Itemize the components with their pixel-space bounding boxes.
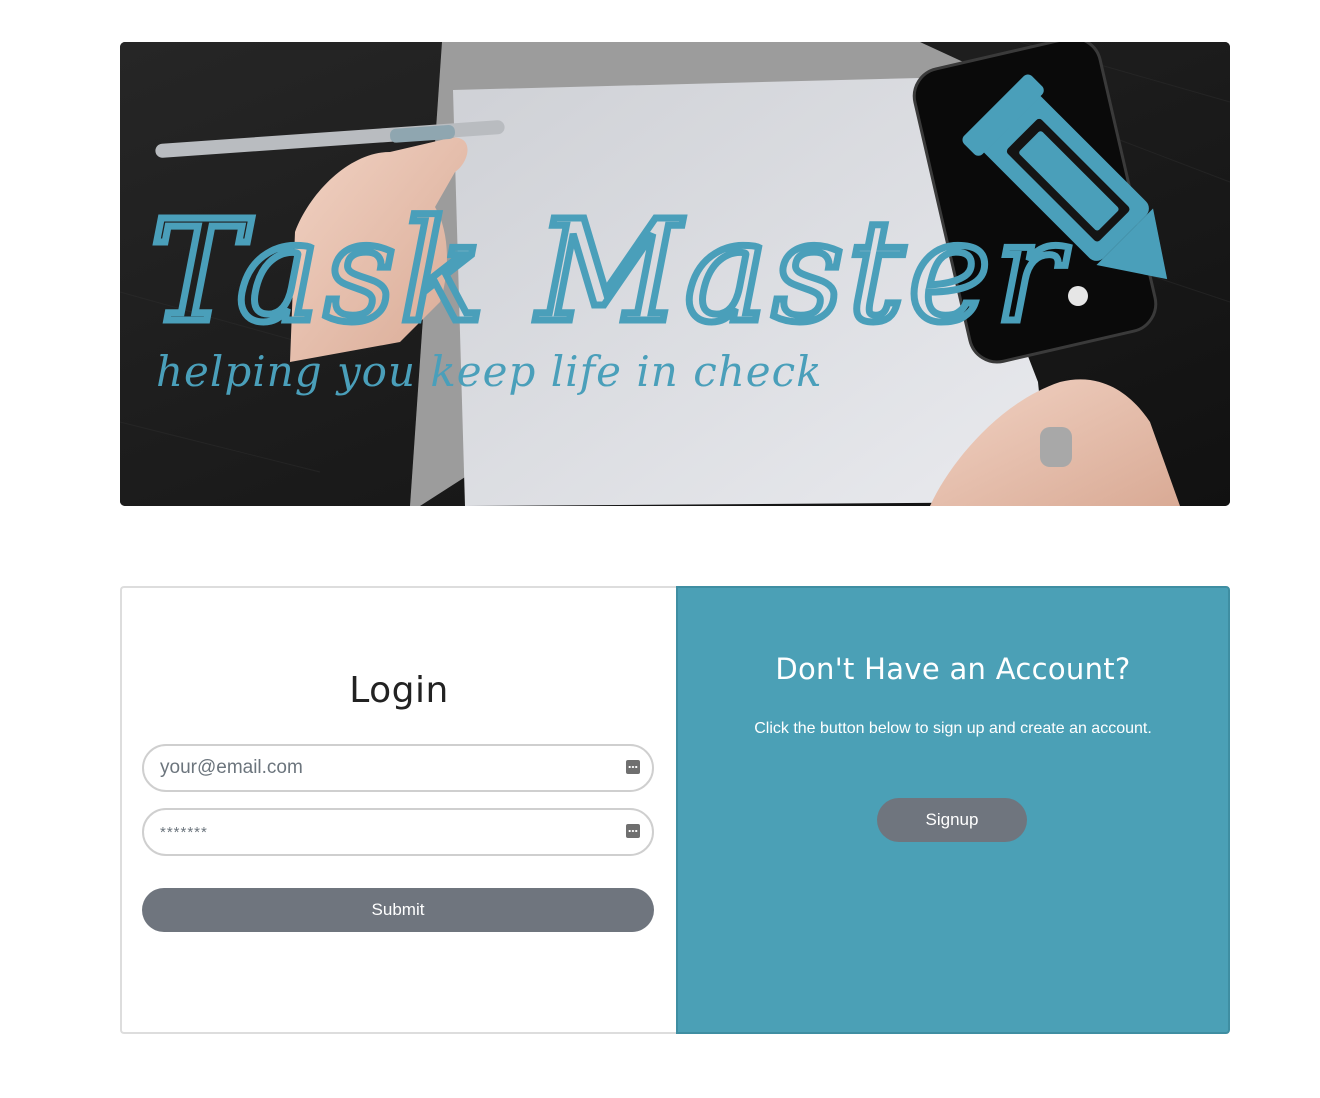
login-card: Login Submit	[120, 586, 676, 1034]
email-field-wrapper	[142, 744, 654, 792]
password-field-wrapper	[142, 808, 654, 856]
email-input[interactable]	[144, 746, 600, 790]
auth-cards: Login Submit Don't Have an Account? Clic…	[120, 586, 1230, 1034]
autofill-icon[interactable]	[626, 760, 640, 774]
signup-card: Don't Have an Account? Click the button …	[676, 586, 1230, 1034]
signup-button[interactable]: Signup	[877, 798, 1027, 842]
autofill-icon[interactable]	[626, 824, 640, 838]
submit-button[interactable]: Submit	[142, 888, 654, 932]
signup-title: Don't Have an Account?	[775, 652, 1131, 686]
login-title: Login	[349, 670, 449, 711]
hero-title: Task Master	[150, 191, 1069, 354]
hero-banner: Task Master helping you keep life in che…	[120, 42, 1230, 506]
hero-tagline: helping you keep life in check	[156, 347, 823, 396]
password-input[interactable]	[144, 810, 600, 854]
signup-description: Click the button below to sign up and cr…	[754, 720, 1152, 737]
hero-image: Task Master helping you keep life in che…	[120, 42, 1230, 506]
page: Task Master helping you keep life in che…	[0, 0, 1320, 1098]
